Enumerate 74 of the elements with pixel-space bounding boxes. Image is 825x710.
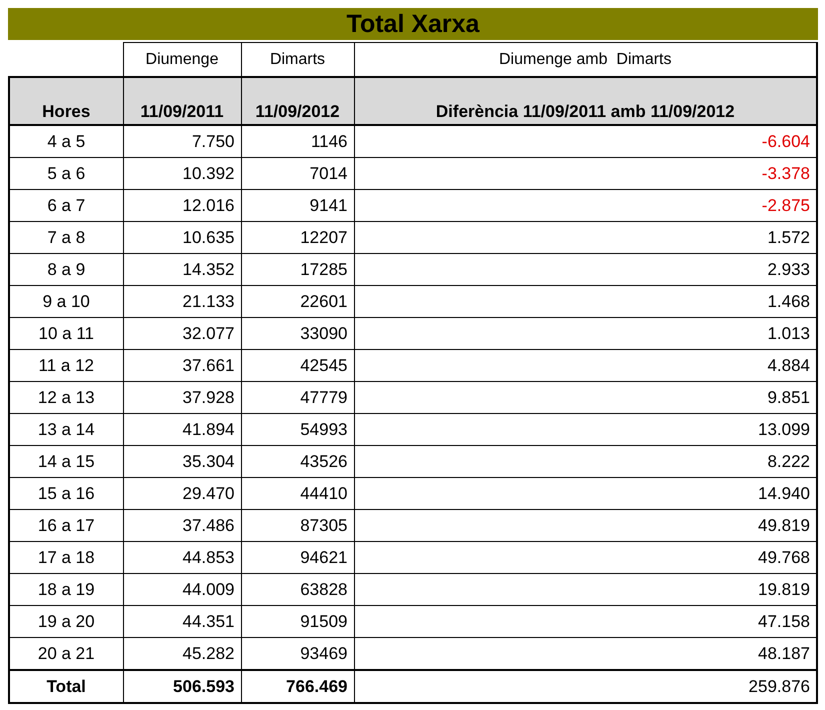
table-cell: 13 a 14 <box>9 414 123 446</box>
table-cell: 42545 <box>241 350 354 382</box>
column-header: Diferència 11/09/2011 amb 11/09/2012 <box>354 77 817 125</box>
table-cell: 7 a 8 <box>9 222 123 254</box>
table-cell: 47779 <box>241 382 354 414</box>
table-cell: Total <box>9 670 123 703</box>
table-cell: 10 a 11 <box>9 318 123 350</box>
table-cell: 2.933 <box>354 254 817 286</box>
table-cell: 22601 <box>241 286 354 318</box>
table-cell: 12207 <box>241 222 354 254</box>
table-cell: 44.351 <box>123 606 241 638</box>
table-cell: 9.851 <box>354 382 817 414</box>
table-cell: 11 a 12 <box>9 350 123 382</box>
table-cell: 1.013 <box>354 318 817 350</box>
table-cell: 33090 <box>241 318 354 350</box>
table-cell: 35.304 <box>123 446 241 478</box>
table-cell: 7014 <box>241 158 354 190</box>
table-cell: 10.392 <box>123 158 241 190</box>
table-cell: -6.604 <box>354 125 817 158</box>
table-cell: 10.635 <box>123 222 241 254</box>
table-cell: 9 a 10 <box>9 286 123 318</box>
table-cell: 506.593 <box>123 670 241 703</box>
table-cell: 18 a 19 <box>9 574 123 606</box>
table-cell: 19.819 <box>354 574 817 606</box>
table-cell: 15 a 16 <box>9 478 123 510</box>
column-header: 11/09/2012 <box>241 77 354 125</box>
table-cell: 29.470 <box>123 478 241 510</box>
table-cell: 4 a 5 <box>9 125 123 158</box>
table-cell: 19 a 20 <box>9 606 123 638</box>
table-cell: 9141 <box>241 190 354 222</box>
table-cell: 6 a 7 <box>9 190 123 222</box>
table-cell: 87305 <box>241 510 354 542</box>
table-cell: 7.750 <box>123 125 241 158</box>
table-cell: 766.469 <box>241 670 354 703</box>
table-cell: 17285 <box>241 254 354 286</box>
table-cell: 1.468 <box>354 286 817 318</box>
table-cell: 47.158 <box>354 606 817 638</box>
table-cell: 37.486 <box>123 510 241 542</box>
table-cell: 49.768 <box>354 542 817 574</box>
table-cell: 8.222 <box>354 446 817 478</box>
table-cell: 41.894 <box>123 414 241 446</box>
table-cell: 37.661 <box>123 350 241 382</box>
table-cell: 1146 <box>241 125 354 158</box>
table-cell: 17 a 18 <box>9 542 123 574</box>
table-cell: 91509 <box>241 606 354 638</box>
table-cell: 16 a 17 <box>9 510 123 542</box>
table-cell: 32.077 <box>123 318 241 350</box>
column-header: Hores <box>9 77 123 125</box>
table-cell: 21.133 <box>123 286 241 318</box>
table-cell: 1.572 <box>354 222 817 254</box>
table-cell: 44.009 <box>123 574 241 606</box>
table-cell: 259.876 <box>354 670 817 703</box>
table-cell: 63828 <box>241 574 354 606</box>
table-cell: 37.928 <box>123 382 241 414</box>
table-cell: 14.352 <box>123 254 241 286</box>
table-cell: 12 a 13 <box>9 382 123 414</box>
table-cell: 4.884 <box>354 350 817 382</box>
table-cell: 20 a 21 <box>9 638 123 670</box>
table-cell: 5 a 6 <box>9 158 123 190</box>
table-cell: 43526 <box>241 446 354 478</box>
column-header: 11/09/2011 <box>123 77 241 125</box>
table-cell: 13.099 <box>354 414 817 446</box>
table-cell: -3.378 <box>354 158 817 190</box>
table-title: Total Xarxa <box>8 8 818 40</box>
table-cell: 94621 <box>241 542 354 574</box>
table-cell: -2.875 <box>354 190 817 222</box>
table-cell: 54993 <box>241 414 354 446</box>
table-cell: 8 a 9 <box>9 254 123 286</box>
table-cell: 44.853 <box>123 542 241 574</box>
table-cell: 14 a 15 <box>9 446 123 478</box>
table-cell: 12.016 <box>123 190 241 222</box>
table-cell: 44410 <box>241 478 354 510</box>
table-cell: 49.819 <box>354 510 817 542</box>
table-cell: 14.940 <box>354 478 817 510</box>
